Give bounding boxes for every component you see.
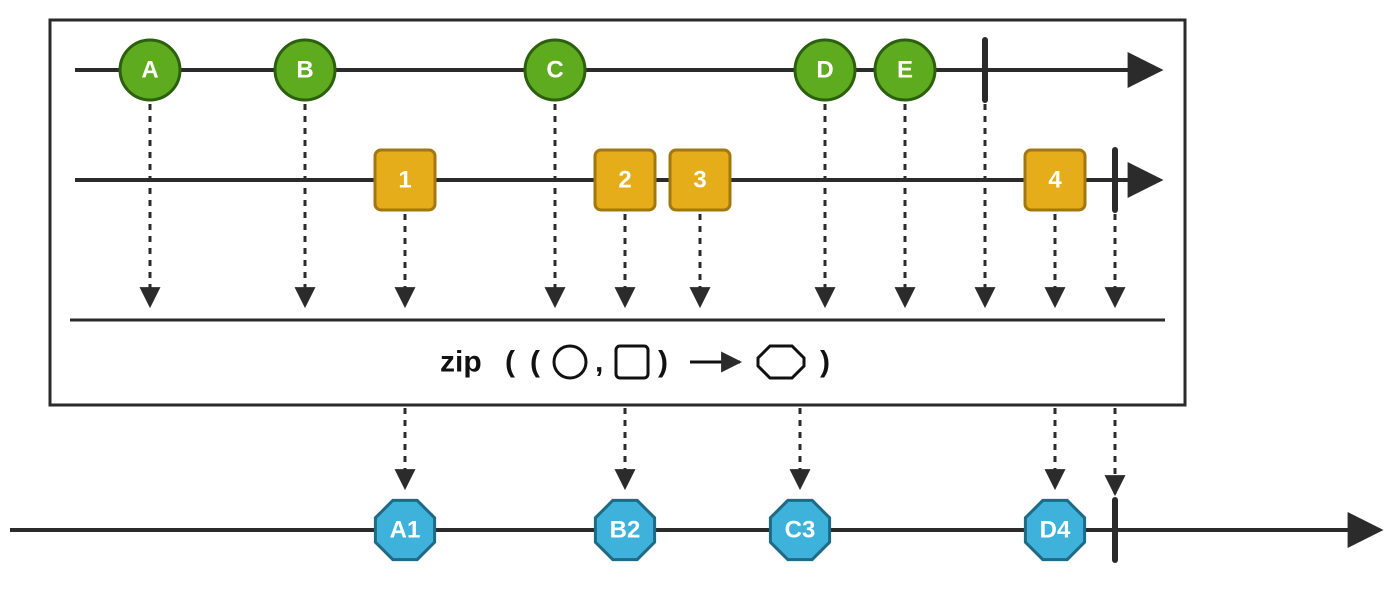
stream1-marble-label: B bbox=[296, 57, 313, 84]
stream1-marble-label: C bbox=[546, 57, 563, 84]
dashed-arrows-out-of-operator bbox=[405, 408, 1115, 494]
square-glyph-icon bbox=[616, 346, 648, 378]
zip-marble-diagram: A B C D E 1 2 3 4 A1 B2 C3 D4 zip ( ( , ) ) bbox=[0, 0, 1400, 597]
paren-open-2: ( bbox=[530, 346, 540, 379]
stream2-marble-label: 1 bbox=[398, 167, 411, 194]
paren-close-1: ) bbox=[658, 346, 668, 379]
comma: , bbox=[595, 346, 603, 379]
stream2-marble-label: 2 bbox=[618, 167, 631, 194]
output-marble-label: A1 bbox=[390, 517, 421, 544]
stream2-marble-label: 3 bbox=[693, 167, 706, 194]
circle-glyph-icon bbox=[554, 346, 586, 378]
stream2-marble-label: 4 bbox=[1048, 167, 1062, 194]
output-marble-label: D4 bbox=[1040, 517, 1071, 544]
paren-open-1: ( bbox=[505, 346, 515, 379]
stream1-marble-label: D bbox=[816, 57, 833, 84]
output-marble-label: C3 bbox=[785, 517, 816, 544]
octagon-glyph-icon bbox=[758, 346, 804, 378]
output-marble-label: B2 bbox=[610, 517, 641, 544]
completion-markers bbox=[985, 40, 1115, 560]
operator-name-text: zip bbox=[440, 346, 482, 379]
paren-close-2: ) bbox=[820, 346, 830, 379]
stream1-marble-label: A bbox=[141, 57, 158, 84]
operator-label: zip ( ( , ) ) bbox=[440, 346, 830, 379]
stream1-marble-label: E bbox=[897, 57, 913, 84]
